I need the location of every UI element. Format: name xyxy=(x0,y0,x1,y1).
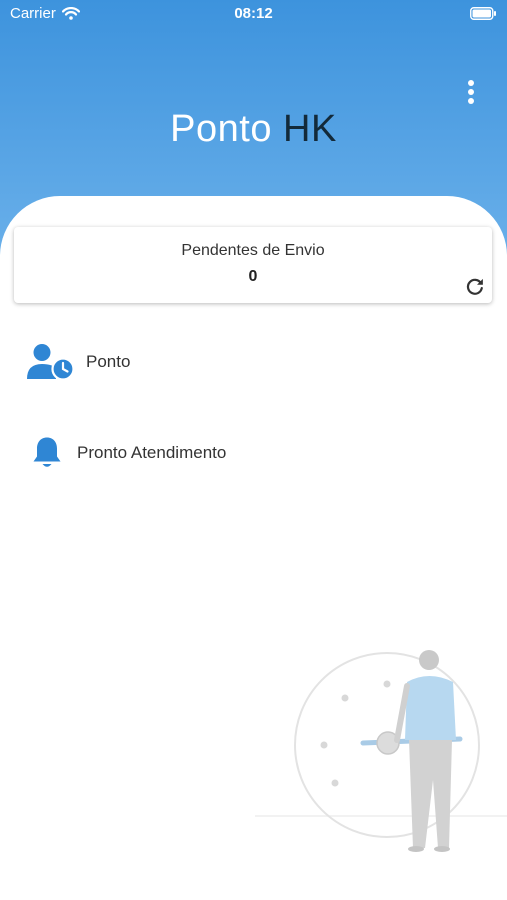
menu-item-pronto-atendimento-label: Pronto Atendimento xyxy=(77,443,227,462)
bell-icon xyxy=(33,437,61,467)
pending-card: Pendentes de Envio 0 xyxy=(14,227,492,303)
app-title-part2: HK xyxy=(283,108,337,150)
refresh-icon[interactable] xyxy=(464,276,486,298)
more-options-icon[interactable] xyxy=(465,80,477,108)
status-bar: Carrier 08:12 xyxy=(0,0,507,28)
app-title-part1: Ponto xyxy=(170,108,272,150)
battery-icon xyxy=(470,7,496,20)
clock-person-illustration xyxy=(255,650,507,852)
pending-count: 0 xyxy=(248,268,258,285)
user-clock-icon xyxy=(27,344,74,381)
pending-card-title: Pendentes de Envio xyxy=(181,242,325,259)
status-time: 08:12 xyxy=(234,5,273,22)
menu-item-ponto-label: Ponto xyxy=(86,352,131,371)
menu-item-ponto[interactable]: Ponto xyxy=(26,343,130,381)
menu-item-pronto-atendimento[interactable]: Pronto Atendimento xyxy=(32,436,226,470)
app-title: Ponto HK xyxy=(0,108,507,151)
